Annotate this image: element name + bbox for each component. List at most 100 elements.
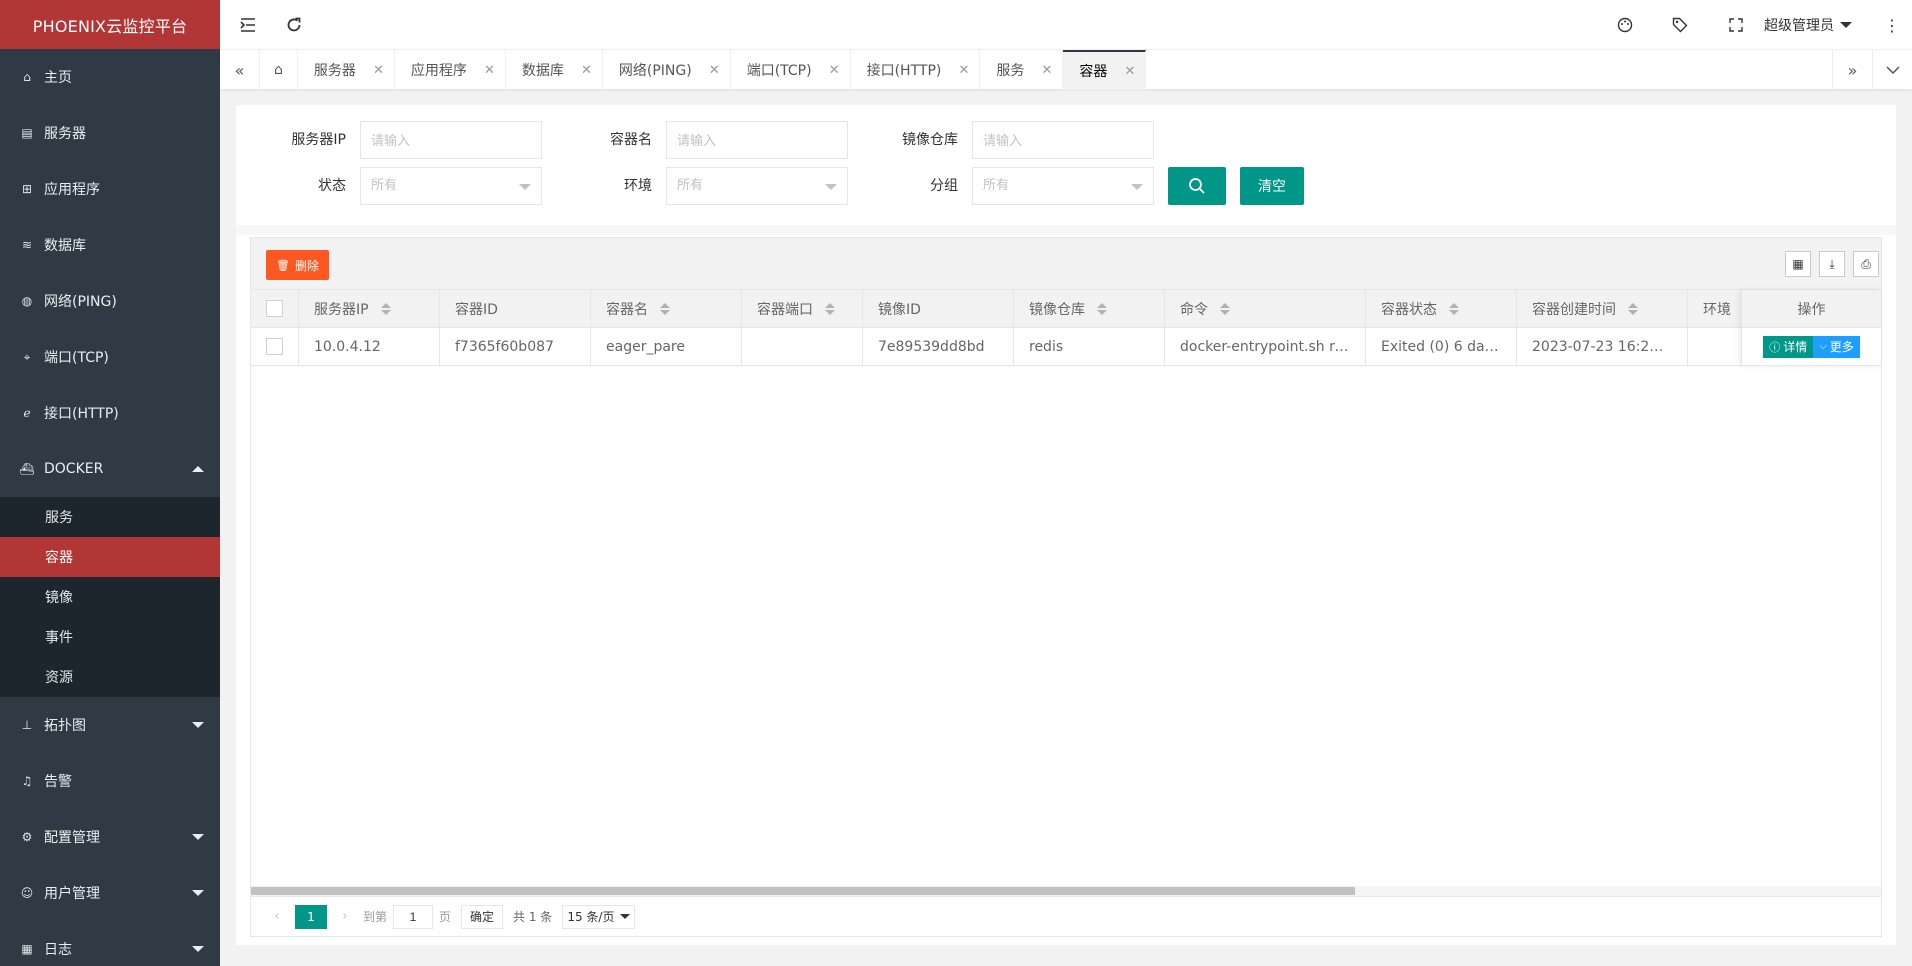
repo-input[interactable] (972, 121, 1154, 159)
close-icon[interactable]: ✕ (1041, 63, 1052, 78)
scrollbar-thumb[interactable] (251, 887, 1355, 895)
sidebar-item-database[interactable]: ≋ 数据库 (0, 217, 220, 273)
tab-server[interactable]: 服务器 ✕ (298, 50, 395, 90)
cell-text: redis (1029, 338, 1064, 355)
select-all-checkbox[interactable] (266, 300, 283, 317)
sort-icon[interactable] (1628, 302, 1638, 315)
fullscreen-icon[interactable] (1716, 0, 1756, 50)
tab-ping[interactable]: 网络(PING) ✕ (603, 50, 731, 90)
sidebar-sub-container[interactable]: 容器 (0, 537, 220, 577)
server-ip-input[interactable] (360, 121, 542, 159)
detail-button[interactable]: ⓘ 详情 (1763, 335, 1814, 358)
sidebar-item-alarm[interactable]: ♫ 告警 (0, 753, 220, 809)
tab-tcp[interactable]: 端口(TCP) ✕ (731, 50, 851, 90)
close-icon[interactable]: ✕ (958, 63, 969, 78)
clear-button[interactable]: 清空 (1240, 167, 1304, 205)
sidebar-item-app[interactable]: ⊞ 应用程序 (0, 161, 220, 217)
sidebar-item-ping[interactable]: ◍ 网络(PING) (0, 273, 220, 329)
close-icon[interactable]: ✕ (829, 63, 840, 78)
col-container-status[interactable]: 容器状态 (1366, 290, 1517, 327)
close-icon[interactable]: ✕ (484, 63, 495, 78)
more-vertical-icon[interactable]: ⋮ (1872, 0, 1912, 50)
goto-page-input[interactable] (393, 904, 434, 929)
sidebar-item-label: 日志 (44, 942, 72, 958)
col-created-time[interactable]: 容器创建时间 (1517, 290, 1688, 327)
row-checkbox[interactable] (266, 338, 283, 355)
col-image-repo[interactable]: 镜像仓库 (1014, 290, 1165, 327)
sidebar-item-tcp[interactable]: ⌖ 端口(TCP) (0, 329, 220, 385)
tabs-scroll-left-icon[interactable]: « (220, 50, 260, 90)
delete-button[interactable]: 🗑 删除 (266, 250, 329, 280)
sort-icon[interactable] (825, 302, 835, 315)
tab-container[interactable]: 容器 ✕ (1063, 50, 1147, 90)
prev-page-icon[interactable]: ‹ (265, 909, 289, 924)
chevron-down-icon (192, 946, 204, 952)
tab-app[interactable]: 应用程序 ✕ (395, 50, 506, 90)
sort-icon[interactable] (380, 302, 391, 315)
sort-icon[interactable] (660, 302, 670, 315)
tab-label: 容器 (1079, 64, 1108, 80)
server-ip-label: 服务器IP (291, 132, 346, 148)
tab-label: 数据库 (521, 63, 564, 79)
tabs-scroll-right-icon[interactable]: » (1832, 50, 1872, 90)
theme-palette-icon[interactable] (1605, 0, 1645, 50)
sidebar-sub-image[interactable]: 镜像 (0, 577, 220, 617)
user-menu[interactable]: 超级管理员 (1764, 0, 1852, 50)
op-row: ⓘ 详情 ⌵ 更多 (1742, 328, 1881, 366)
menu-toggle-icon[interactable] (228, 0, 268, 50)
sidebar-item-config[interactable]: ⚙ 配置管理 (0, 809, 220, 865)
sidebar-item-server[interactable]: ▤ 服务器 (0, 105, 220, 161)
group-select[interactable]: 所有 (972, 167, 1154, 205)
sort-icon[interactable] (1449, 302, 1459, 315)
sidebar-sub-event[interactable]: 事件 (0, 617, 220, 657)
page-size-value: 15 条/页 (567, 910, 615, 924)
caret-down-icon (1840, 22, 1852, 28)
sort-icon[interactable] (1220, 302, 1230, 315)
sidebar-sub-service[interactable]: 服务 (0, 497, 220, 537)
tab-home[interactable]: ⌂ (260, 50, 298, 90)
sidebar-item-topology[interactable]: ⊥ 拓扑图 (0, 697, 220, 753)
columns-filter-icon[interactable]: ▦ (1785, 251, 1811, 277)
more-button[interactable]: ⌵ 更多 (1813, 335, 1860, 358)
col-container-name[interactable]: 容器名 (591, 290, 742, 327)
trash-icon: 🗑 (276, 258, 290, 272)
goto-confirm-button[interactable]: 确定 (461, 904, 504, 929)
search-button[interactable] (1168, 167, 1226, 205)
page-current[interactable]: 1 (295, 904, 327, 929)
close-icon[interactable]: ✕ (581, 63, 592, 78)
cell-created-time: 2023-07-23 16:25:18 (1517, 328, 1688, 365)
sort-icon[interactable] (1097, 302, 1107, 315)
close-icon[interactable]: ✕ (1124, 64, 1135, 79)
next-page-icon[interactable]: › (333, 909, 357, 924)
home-icon: ⌂ (274, 62, 283, 78)
tabs-dropdown-icon[interactable] (1872, 50, 1912, 90)
export-icon[interactable]: ⤓ (1819, 251, 1845, 277)
col-server-ip[interactable]: 服务器IP (299, 290, 440, 327)
env-select[interactable]: 所有 (666, 167, 848, 205)
close-icon[interactable]: ✕ (373, 63, 384, 78)
col-command[interactable]: 命令 (1165, 290, 1366, 327)
horizontal-scrollbar[interactable] (251, 886, 1881, 896)
sidebar-item-docker[interactable]: ⛴ DOCKER (0, 441, 220, 497)
tab-http[interactable]: 接口(HTTP) ✕ (851, 50, 981, 90)
tab-database[interactable]: 数据库 ✕ (506, 50, 603, 90)
cell-container-port (742, 328, 863, 365)
tag-icon[interactable] (1660, 0, 1700, 50)
container-name-input[interactable] (666, 121, 848, 159)
sidebar-item-log[interactable]: ▦ 日志 (0, 921, 220, 966)
status-select[interactable]: 所有 (360, 167, 542, 205)
sidebar-item-http[interactable]: ℯ 接口(HTTP) (0, 385, 220, 441)
sidebar-sub-resource[interactable]: 资源 (0, 657, 220, 697)
sidebar-item-users[interactable]: ☺ 用户管理 (0, 865, 220, 921)
cell-text: 10.0.4.12 (314, 338, 381, 355)
print-icon[interactable]: ⎙ (1853, 251, 1879, 277)
sidebar-item-label: 网络(PING) (44, 294, 117, 310)
page-size-select[interactable]: 15 条/页 (562, 904, 636, 929)
tab-service[interactable]: 服务 ✕ (980, 50, 1064, 90)
col-container-port[interactable]: 容器端口 (742, 290, 863, 327)
table-row[interactable]: 10.0.4.12 f7365f60b087 eager_pare 7e8953… (251, 328, 1881, 366)
cell-container-name: eager_pare (591, 328, 742, 365)
sidebar-item-home[interactable]: ⌂ 主页 (0, 49, 220, 105)
close-icon[interactable]: ✕ (709, 63, 720, 78)
refresh-icon[interactable] (274, 0, 314, 50)
